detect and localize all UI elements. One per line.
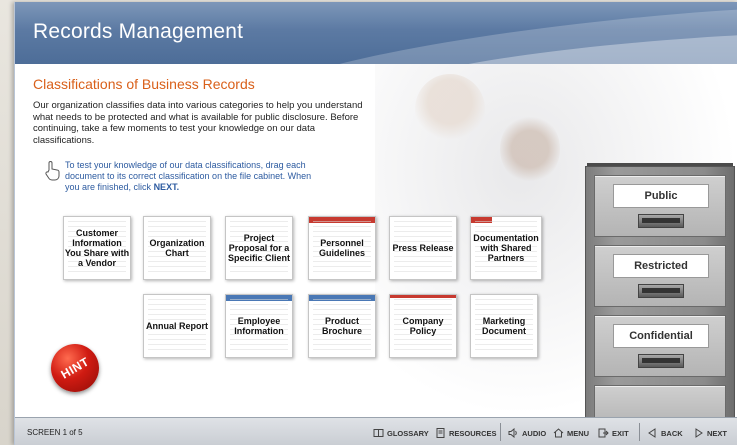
document-icon: [436, 428, 445, 438]
drawer-restricted[interactable]: Restricted: [594, 245, 726, 307]
pointer-hand-icon: [45, 161, 60, 181]
document-label: Annual Report: [146, 321, 208, 331]
glossary-button[interactable]: GLOSSARY: [373, 427, 429, 439]
resources-label: RESOURCES: [449, 428, 497, 438]
drawer-handle: [638, 214, 684, 228]
document-card[interactable]: Personnel Guidelines: [308, 216, 376, 280]
course-window: Records Management Classifications of Bu…: [14, 2, 737, 445]
document-label: Company Policy: [402, 316, 444, 336]
drawer-label: Public: [613, 184, 709, 208]
exit-icon: [598, 428, 609, 438]
document-card[interactable]: Customer Information You Share with a Ve…: [63, 216, 131, 280]
drawer-handle: [638, 284, 684, 298]
drawer-public[interactable]: Public: [594, 175, 726, 237]
back-label: BACK: [661, 428, 683, 438]
next-button[interactable]: NEXT: [693, 427, 727, 439]
footer-separator: [639, 423, 640, 441]
document-card[interactable]: Marketing Document: [470, 294, 538, 358]
document-label: Project Proposal for a Specific Client: [227, 233, 290, 263]
photo-person: [415, 74, 485, 154]
hint-button[interactable]: HINT: [51, 344, 99, 392]
document-card[interactable]: Company Policy: [389, 294, 457, 358]
book-icon: [373, 429, 384, 437]
document-card[interactable]: Organization Chart: [143, 216, 211, 280]
exit-button[interactable]: EXIT: [598, 427, 629, 439]
photo-person-2: [500, 114, 560, 184]
next-arrow-icon: [695, 428, 703, 438]
drawer-label: Restricted: [613, 254, 709, 278]
document-card[interactable]: Documentation with Shared Partners: [470, 216, 542, 280]
back-button[interactable]: BACK: [647, 427, 683, 439]
instruction-body: To test your knowledge of our data class…: [65, 160, 312, 192]
drawer-empty: [594, 385, 726, 417]
document-label: Personnel Guidelines: [318, 238, 365, 258]
document-label: Customer Information You Share with a Ve…: [64, 228, 130, 268]
drawer-handle: [638, 354, 684, 368]
menu-label: MENU: [567, 428, 590, 438]
document-card[interactable]: Press Release: [389, 216, 457, 280]
menu-button[interactable]: MENU: [553, 427, 589, 439]
footer-separator: [500, 423, 501, 441]
footer-bar: SCREEN 1 of 5 GLOSSARY RESOURCES AUDIO M…: [15, 417, 737, 445]
speaker-icon: [508, 428, 517, 438]
drawer-confidential[interactable]: Confidential: [594, 315, 726, 377]
document-label: Documentation with Shared Partners: [473, 233, 539, 263]
document-label: Marketing Document: [481, 316, 526, 336]
instruction-text: To test your knowledge of our data class…: [65, 160, 325, 193]
page-heading: Classifications of Business Records: [33, 76, 255, 92]
audio-button[interactable]: AUDIO: [508, 427, 546, 439]
document-label: Organization Chart: [149, 238, 205, 258]
audio-label: AUDIO: [522, 428, 547, 438]
document-label: Product Brochure: [321, 316, 362, 336]
instruction-next: NEXT.: [153, 182, 180, 192]
hint-label: HINT: [58, 354, 92, 382]
document-label: Employee Information: [234, 316, 284, 336]
document-card[interactable]: Annual Report: [143, 294, 211, 358]
app-title: Records Management: [33, 20, 244, 43]
document-label: Press Release: [392, 243, 454, 253]
document-card[interactable]: Product Brochure: [308, 294, 376, 358]
glossary-label: GLOSSARY: [387, 428, 429, 438]
back-arrow-icon: [648, 428, 656, 438]
screen-counter: SCREEN 1 of 5: [27, 428, 83, 437]
file-cabinet: Public Restricted Confidential: [585, 166, 735, 417]
document-card[interactable]: Employee Information: [225, 294, 293, 358]
drawer-label: Confidential: [613, 324, 709, 348]
intro-text: Our organization classifies data into va…: [33, 100, 363, 146]
title-bar: Records Management: [15, 2, 737, 64]
next-label: NEXT: [707, 428, 728, 438]
exit-label: EXIT: [612, 428, 629, 438]
content-area: Classifications of Business Records Our …: [15, 64, 737, 417]
home-icon: [553, 428, 564, 438]
document-card[interactable]: Project Proposal for a Specific Client: [225, 216, 293, 280]
resources-button[interactable]: RESOURCES: [435, 427, 497, 439]
